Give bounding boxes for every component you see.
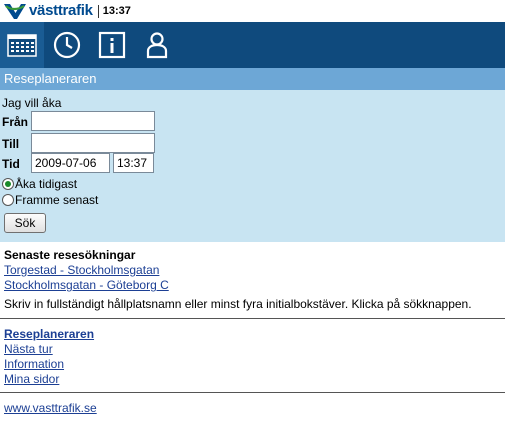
header-time: 13:37 <box>102 5 131 17</box>
help-text: Skriv in fullständigt hållplatsnamn elle… <box>4 297 472 311</box>
menu-link-my-pages[interactable]: Mina sidor <box>4 372 59 386</box>
search-form: Jag vill åka Från Till Tid Åka tidigast … <box>0 90 505 242</box>
recent-search-link[interactable]: Stockholmsgatan - Göteborg C <box>4 278 169 292</box>
menu-link-information[interactable]: Information <box>4 357 64 371</box>
logo-text: västtrafik <box>29 2 93 19</box>
divider <box>0 318 505 319</box>
logo-separator <box>97 4 99 18</box>
footer-site-link[interactable]: www.vasttrafik.se <box>4 401 97 415</box>
to-input[interactable] <box>31 133 155 153</box>
date-input[interactable] <box>31 153 110 173</box>
nav-information-button[interactable] <box>90 22 134 68</box>
to-label: Till <box>2 137 20 151</box>
nav-my-pages-button[interactable] <box>135 22 179 68</box>
logo: västtrafik 13:37 <box>2 1 131 21</box>
recent-search-link[interactable]: Torgestad - Stockholmsgatan <box>4 263 159 277</box>
time-label: Tid <box>2 157 20 171</box>
nav-bar <box>0 22 505 68</box>
radio-depart-row[interactable]: Åka tidigast <box>2 177 77 191</box>
vasttrafik-logo-icon <box>4 4 26 19</box>
nav-next-departure-button[interactable] <box>45 22 89 68</box>
divider <box>0 392 505 393</box>
top-bar: västtrafik 13:37 <box>0 0 505 22</box>
clock-icon <box>53 31 81 59</box>
radio-depart-label: Åka tidigast <box>15 177 78 191</box>
person-icon <box>146 32 168 59</box>
recent-searches-title: Senaste resesökningar <box>4 248 136 262</box>
radio-arrive-label: Framme senast <box>15 193 99 207</box>
page-title: Reseplaneraren <box>4 71 97 86</box>
from-label: Från <box>2 115 29 129</box>
radio-depart[interactable] <box>2 178 14 190</box>
calendar-icon <box>7 34 37 57</box>
time-input[interactable] <box>113 153 154 173</box>
page-title-bar: Reseplaneraren <box>0 68 505 90</box>
nav-travel-planner-button[interactable] <box>0 22 44 68</box>
from-input[interactable] <box>31 111 155 131</box>
radio-arrive[interactable] <box>2 194 14 206</box>
info-icon <box>98 31 126 59</box>
menu-link-next-departure[interactable]: Nästa tur <box>4 342 53 356</box>
search-button[interactable]: Sök <box>4 213 46 233</box>
form-intro: Jag vill åka <box>2 96 62 110</box>
menu-link-travel-planner[interactable]: Reseplaneraren <box>4 327 94 341</box>
radio-arrive-row[interactable]: Framme senast <box>2 193 98 207</box>
